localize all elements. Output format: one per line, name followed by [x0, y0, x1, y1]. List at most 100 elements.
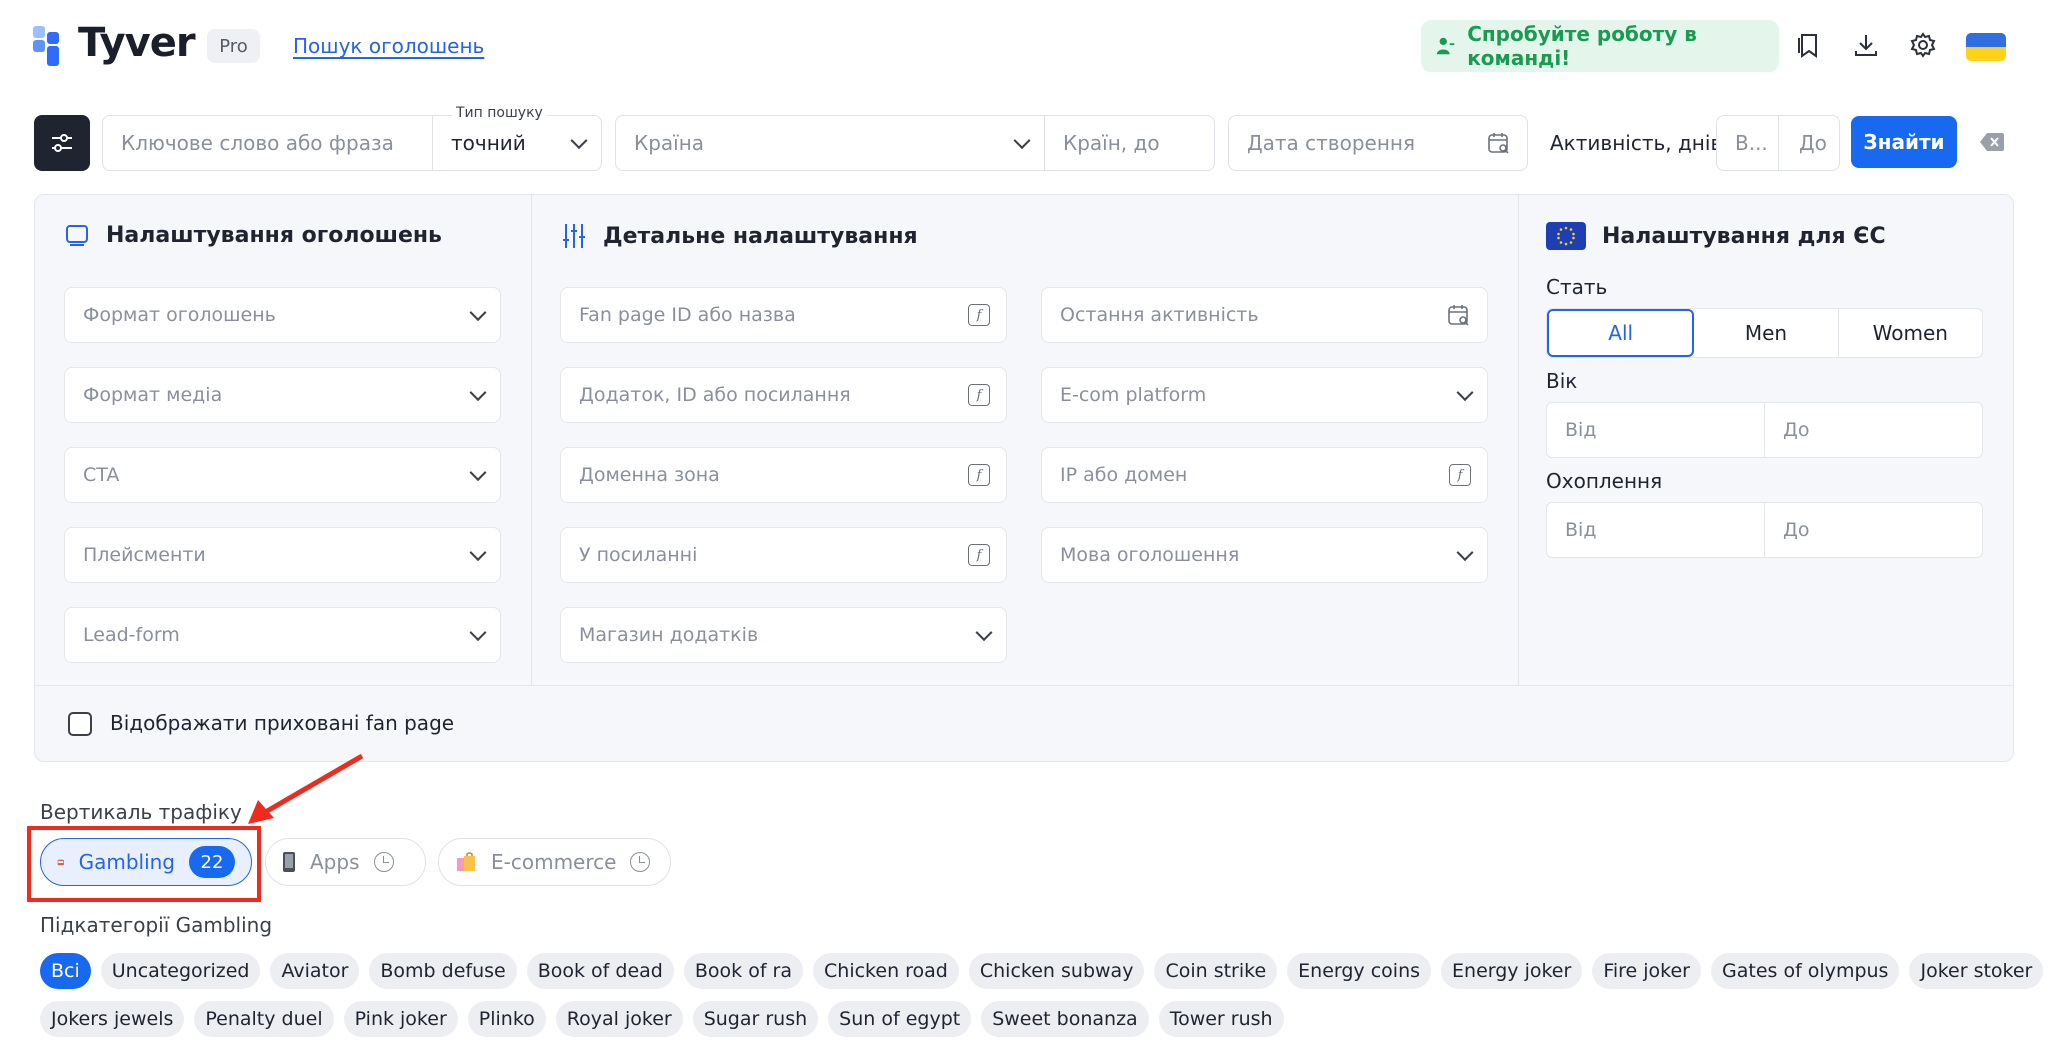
subcategory-chip[interactable]: Coin strike [1154, 953, 1278, 989]
subcategory-chip[interactable]: Chicken road [813, 953, 959, 989]
chevron-down-icon [1456, 544, 1474, 562]
clear-backspace-icon[interactable] [1979, 131, 2005, 153]
chevron-down-icon [469, 384, 487, 402]
activity-to-input[interactable]: До [1778, 115, 1840, 171]
ad-format-select[interactable]: Формат оголошень [64, 287, 501, 343]
subcategory-chip[interactable]: Book of dead [526, 953, 674, 989]
keyword-input[interactable]: Ключове слово або фраза [102, 115, 433, 171]
vertical-chip-apps[interactable]: Apps [265, 838, 426, 886]
app-input[interactable]: Додаток, ID або посилання f [560, 367, 1007, 423]
hidden-pages-checkbox[interactable] [68, 712, 92, 736]
subcategory-chip[interactable]: Penalty duel [194, 1001, 334, 1037]
formula-icon: f [968, 304, 990, 326]
annotation-highlight-box [27, 826, 261, 902]
subcategory-chip[interactable]: Sun of egypt [828, 1001, 972, 1037]
vertical-chip-label: Apps [310, 850, 360, 874]
last-activity-input[interactable]: Остання активність [1041, 287, 1488, 343]
subcategory-chip[interactable]: Tower rush [1158, 1001, 1284, 1037]
chevron-down-icon [469, 624, 487, 642]
subcategory-chip[interactable]: Gates of olympus [1711, 953, 1900, 989]
traffic-vertical-title: Вертикаль трафіку [40, 800, 242, 824]
age-range: Від До [1546, 402, 1983, 458]
subcategory-row-2: Jokers jewels Penalty duel Pink joker Pl… [40, 1001, 1284, 1037]
ip-domain-input[interactable]: IP або домен f [1041, 447, 1488, 503]
search-ads-link[interactable]: Пошук оголошень [293, 34, 484, 58]
subcategory-chip[interactable]: Pink joker [343, 1001, 458, 1037]
reach-to-input[interactable]: До [1765, 503, 1982, 557]
clock-icon [630, 852, 651, 872]
subcategory-chip[interactable]: Book of ra [683, 953, 804, 989]
chevron-down-icon [469, 544, 487, 562]
in-link-input[interactable]: У посиланні f [560, 527, 1007, 583]
fan-page-input[interactable]: Fan page ID або назва f [560, 287, 1007, 343]
ad-language-select[interactable]: Мова оголошення [1041, 527, 1488, 583]
subcategory-chip-all[interactable]: Всі [40, 953, 91, 989]
app-store-select[interactable]: Магазин додатків [560, 607, 1007, 663]
gender-option-men[interactable]: Men [1694, 309, 1839, 357]
gender-option-women[interactable]: Women [1839, 309, 1982, 357]
gender-option-all[interactable]: All [1547, 309, 1695, 357]
subcategory-chip[interactable]: Energy coins [1287, 953, 1432, 989]
formula-icon: f [968, 544, 990, 566]
countries-to-input[interactable]: Країн, до [1044, 115, 1215, 171]
ad-settings-title: Налаштування оголошень [64, 222, 442, 248]
gender-label: Стать [1546, 275, 1608, 299]
subcategory-chip[interactable]: Plinko [467, 1001, 546, 1037]
creation-date-input[interactable]: Дата створення [1228, 115, 1528, 171]
country-select[interactable]: Країна [615, 115, 1045, 171]
filters-toggle-button[interactable] [34, 115, 90, 171]
age-label: Вік [1546, 369, 1578, 393]
subcategory-chip[interactable]: Chicken subway [968, 953, 1145, 989]
cta-select[interactable]: CTA [64, 447, 501, 503]
sliders-icon [52, 134, 72, 152]
media-format-select[interactable]: Формат медіа [64, 367, 501, 423]
find-button[interactable]: Знайти [1851, 116, 1957, 168]
hidden-pages-label[interactable]: Відображати приховані fan page [110, 711, 454, 735]
ukraine-flag-icon[interactable] [1966, 33, 2006, 61]
try-team-label: Спробуйте роботу в команді! [1467, 22, 1697, 70]
age-from-input[interactable]: Від [1547, 403, 1765, 457]
logo-icon[interactable] [33, 26, 67, 66]
annotation-arrow [248, 753, 364, 824]
subcategory-chip[interactable]: Jokers jewels [40, 1001, 185, 1037]
chevron-down-icon [570, 132, 588, 150]
search-type-label: Тип пошуку [452, 105, 547, 121]
formula-icon: f [968, 384, 990, 406]
creation-date-placeholder: Дата створення [1247, 131, 1415, 155]
subcategory-chip[interactable]: Uncategorized [100, 953, 261, 989]
try-team-button[interactable]: Спробуйте роботу в команді! [1421, 20, 1779, 72]
subcategory-chip[interactable]: Joker stoker [1909, 953, 2044, 989]
country-placeholder: Країна [634, 131, 705, 155]
logo-text[interactable]: Tyver [78, 20, 196, 66]
reach-range: Від До [1546, 502, 1983, 558]
detail-settings-title: Детальне налаштування [561, 222, 918, 250]
subcategory-chip[interactable]: Bomb defuse [369, 953, 517, 989]
eu-flag-icon [1546, 222, 1586, 250]
subcategory-chip[interactable]: Fire joker [1592, 953, 1701, 989]
placements-select[interactable]: Плейсменти [64, 527, 501, 583]
reach-from-input[interactable]: Від [1547, 503, 1765, 557]
subcategory-chip[interactable]: Sugar rush [692, 1001, 819, 1037]
search-type-select[interactable]: точний [432, 115, 602, 171]
vertical-chip-ecommerce[interactable]: E-commerce [438, 838, 671, 886]
chevron-down-icon [1456, 384, 1474, 402]
subcategory-chip[interactable]: Energy joker [1441, 953, 1583, 989]
chevron-down-icon [469, 304, 487, 322]
reach-label: Охоплення [1546, 469, 1663, 493]
lead-form-select[interactable]: Lead-form [64, 607, 501, 663]
ecom-platform-select[interactable]: E-com platform [1041, 367, 1488, 423]
gear-icon[interactable] [1908, 30, 1938, 60]
domain-zone-input[interactable]: Доменна зона f [560, 447, 1007, 503]
formula-icon: f [968, 464, 990, 486]
vertical-chip-label: E-commerce [491, 850, 617, 874]
pro-badge: Pro [207, 29, 260, 63]
subcategory-chip[interactable]: Aviator [270, 953, 360, 989]
age-to-input[interactable]: До [1765, 403, 1982, 457]
chevron-down-icon [975, 624, 993, 642]
subcategory-chip[interactable]: Royal joker [555, 1001, 683, 1037]
download-icon[interactable] [1851, 30, 1881, 60]
activity-from-input[interactable]: В... [1716, 115, 1779, 171]
subcategory-chip[interactable]: Sweet bonanza [981, 1001, 1149, 1037]
bookmarks-icon[interactable] [1793, 30, 1823, 60]
tune-sliders-icon [563, 224, 585, 248]
